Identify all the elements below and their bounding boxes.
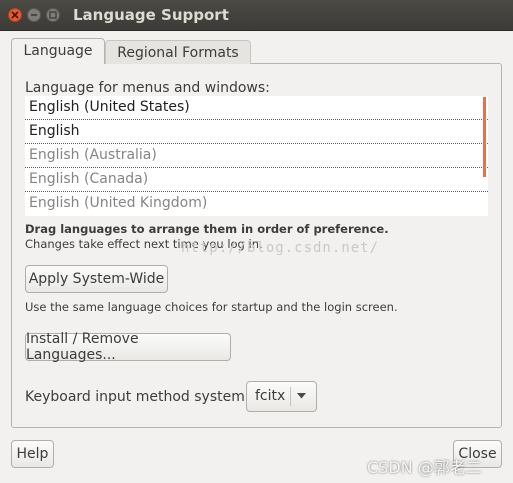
language-list-scrollbar[interactable]: [483, 97, 486, 177]
help-button[interactable]: Help: [11, 440, 54, 468]
window-close-button[interactable]: [8, 8, 22, 22]
keyboard-input-label: Keyboard input method system:: [25, 389, 250, 405]
language-section-label: Language for menus and windows:: [25, 80, 270, 96]
csdn-watermark: CSDN @郭老二: [367, 458, 482, 477]
title-bar: Language Support: [0, 0, 513, 31]
tab-language[interactable]: Language: [11, 38, 105, 64]
language-list-item[interactable]: English (United Kingdom): [25, 192, 488, 216]
maximize-icon: [49, 11, 57, 19]
language-list-item[interactable]: English: [25, 120, 488, 144]
minimize-icon: [31, 14, 37, 16]
language-list-item[interactable]: English (United States): [25, 96, 488, 120]
language-list-item[interactable]: English (Australia): [25, 144, 488, 168]
tab-regional-formats[interactable]: Regional Formats: [105, 40, 251, 64]
language-list[interactable]: English (United States) English English …: [25, 96, 488, 216]
language-list-item[interactable]: English (Canada): [25, 168, 488, 192]
keyboard-input-value: fcitx: [255, 388, 286, 404]
drag-hint: Drag languages to arrange them in order …: [25, 222, 389, 236]
apply-system-wide-button[interactable]: Apply System-Wide: [25, 265, 168, 293]
window-minimize-button[interactable]: [27, 8, 41, 22]
apply-description: Use the same language choices for startu…: [25, 300, 398, 314]
watermark-text: http://blog.csdn.net/: [181, 240, 380, 256]
window-maximize-button[interactable]: [46, 8, 60, 22]
combo-separator: [290, 387, 291, 406]
chevron-down-icon: [297, 393, 306, 399]
window-title: Language Support: [73, 6, 229, 24]
keyboard-input-select[interactable]: fcitx: [246, 381, 317, 412]
install-remove-languages-button[interactable]: Install / Remove Languages...: [25, 331, 231, 363]
close-icon: [11, 11, 19, 19]
